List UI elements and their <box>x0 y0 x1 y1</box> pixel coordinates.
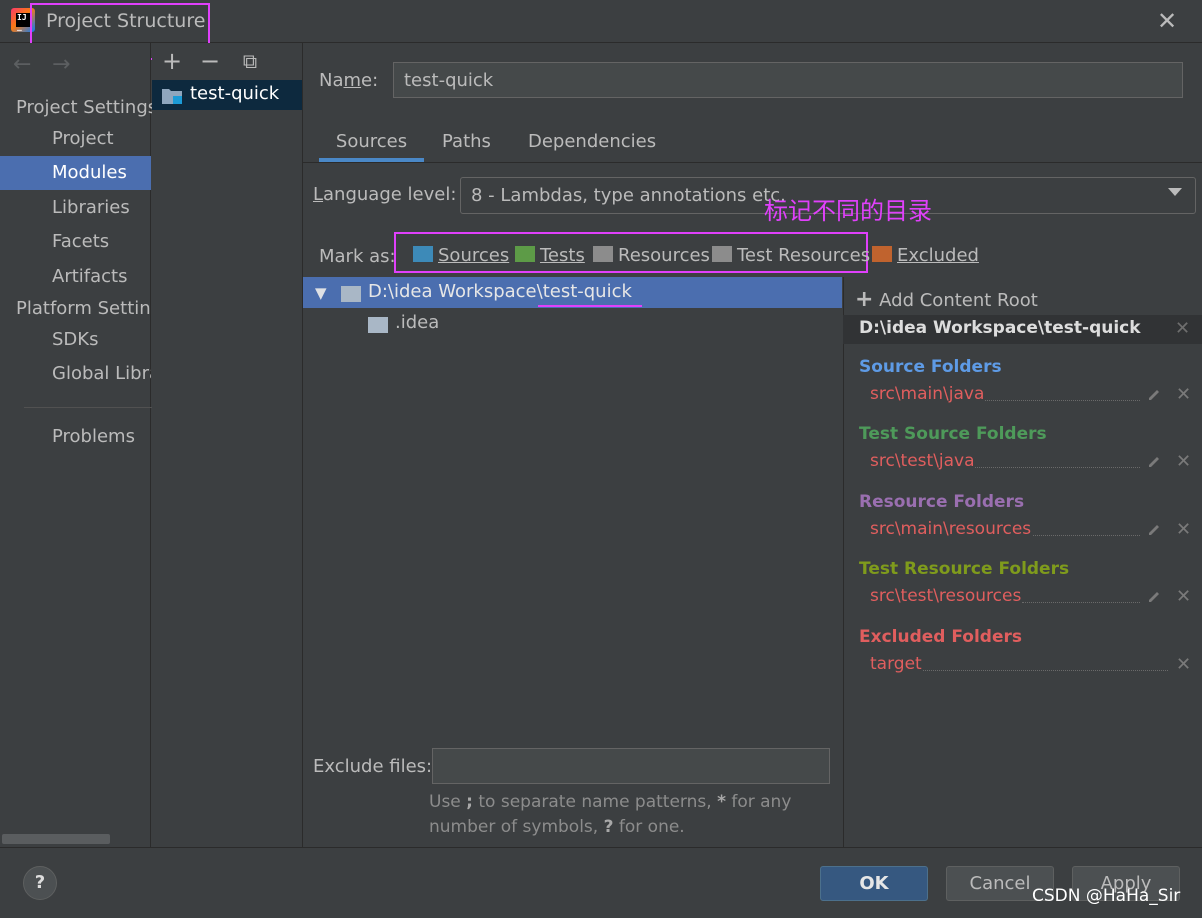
copy-module-icon[interactable]: ⧉ <box>239 50 261 72</box>
close-icon[interactable]: ✕ <box>1154 7 1180 35</box>
mark-test-resources-button[interactable]: Test Resources <box>712 245 870 269</box>
remove-module-icon[interactable]: − <box>199 49 221 73</box>
pencil-icon[interactable] <box>1147 453 1163 469</box>
annotation-text: 标记不同的目录 <box>764 197 932 225</box>
sidebar-divider <box>24 407 152 408</box>
mark-sources-button[interactable]: Sources <box>413 245 509 269</box>
test-resource-folder-path: src\test\resources <box>870 586 1022 606</box>
pencil-icon[interactable] <box>1147 588 1163 604</box>
tabs-divider <box>303 162 1202 163</box>
language-level-label: Language level: <box>313 184 457 205</box>
tree-row-idea[interactable]: .idea <box>395 312 439 333</box>
add-module-icon[interactable]: + <box>161 49 183 73</box>
folder-icon <box>341 286 361 302</box>
resource-folders-title: Resource Folders <box>859 492 1025 512</box>
add-content-root-button[interactable]: + Add Content Root <box>855 287 1038 312</box>
module-name-input[interactable] <box>393 62 1183 98</box>
folder-icon <box>368 317 388 333</box>
tab-paths[interactable]: Paths <box>442 128 491 162</box>
tree-root-label: D:\idea Workspace\test-quick <box>368 281 632 302</box>
remove-icon[interactable]: ✕ <box>1176 451 1191 472</box>
source-folder-path: src\main\java <box>870 384 985 404</box>
sidebar-item-modules[interactable]: Modules <box>0 156 151 190</box>
remove-root-icon[interactable]: ✕ <box>1175 318 1190 339</box>
module-name: test-quick <box>190 83 280 104</box>
excluded-folder-icon <box>872 246 892 262</box>
remove-icon[interactable]: ✕ <box>1176 519 1191 540</box>
back-arrow-icon[interactable]: ← <box>13 52 31 77</box>
pencil-icon[interactable] <box>1147 386 1163 402</box>
mark-excluded-button[interactable]: Excluded <box>872 245 979 269</box>
tree-row-root[interactable]: ▼ D:\idea Workspace\test-quick <box>303 277 842 308</box>
help-button[interactable]: ? <box>23 866 57 900</box>
sources-folder-icon <box>413 246 433 262</box>
sidebar-item-artifacts[interactable]: Artifacts <box>0 260 151 294</box>
remove-icon[interactable]: ✕ <box>1176 654 1191 675</box>
sidebar-item-project[interactable]: Project <box>0 122 151 156</box>
sidebar-item-problems[interactable]: Problems <box>0 420 151 454</box>
excluded-folder-path: target <box>870 654 922 674</box>
content-root-path: D:\idea Workspace\test-quick <box>859 318 1141 338</box>
remove-icon[interactable]: ✕ <box>1176 586 1191 607</box>
ok-button[interactable]: OK <box>820 866 928 901</box>
module-list-panel <box>152 43 303 848</box>
sidebar-item-global-libraries[interactable]: Global Libraries <box>0 357 151 391</box>
sidebar-item-sdks[interactable]: SDKs <box>0 323 151 357</box>
leader-dots <box>923 670 1168 671</box>
chevron-down-icon[interactable] <box>1168 188 1182 196</box>
mark-as-label: Mark as: <box>319 246 396 267</box>
exclude-files-hint: Use ; to separate name patterns, * for a… <box>429 792 792 837</box>
name-label: Name: <box>319 70 379 91</box>
module-folder-icon <box>162 89 182 104</box>
tests-folder-icon <box>515 246 535 262</box>
remove-icon[interactable]: ✕ <box>1176 384 1191 405</box>
tab-sources[interactable]: Sources <box>319 128 424 162</box>
leader-dots <box>975 467 1140 468</box>
bottom-divider <box>0 847 1202 848</box>
mark-tests-button[interactable]: Tests <box>515 245 585 269</box>
plus-icon: + <box>855 287 874 312</box>
test-source-folder-path: src\test\java <box>870 451 975 471</box>
test-resource-folders-title: Test Resource Folders <box>859 559 1070 579</box>
tab-dependencies[interactable]: Dependencies <box>528 128 656 162</box>
module-list-item[interactable]: test-quick <box>152 80 302 110</box>
exclude-files-input[interactable] <box>432 748 830 784</box>
mark-resources-button[interactable]: Resources <box>593 245 710 269</box>
window-title: Project Structure <box>46 10 206 32</box>
test-source-folders-title: Test Source Folders <box>859 424 1047 444</box>
project-settings-header: Project Settings <box>16 97 158 118</box>
sidebar-item-libraries[interactable]: Libraries <box>0 191 151 225</box>
watermark: CSDN @HaHa_Sir <box>1032 886 1181 906</box>
leader-dots <box>985 400 1140 401</box>
excluded-folders-title: Excluded Folders <box>859 627 1023 647</box>
exclude-files-label: Exclude files: <box>313 756 433 777</box>
sidebar-scrollbar[interactable] <box>2 834 110 844</box>
source-folders-title: Source Folders <box>859 357 1002 377</box>
resource-folder-path: src\main\resources <box>870 519 1032 539</box>
folder-tree <box>303 277 843 747</box>
sidebar-item-facets[interactable]: Facets <box>0 225 151 259</box>
forward-arrow-icon[interactable]: → <box>52 52 70 77</box>
leader-dots <box>1022 602 1140 603</box>
chevron-down-icon[interactable]: ▼ <box>315 284 327 302</box>
platform-settings-header: Platform Settings <box>16 298 151 319</box>
leader-dots <box>1033 535 1140 536</box>
test-resources-folder-icon <box>712 246 732 262</box>
resources-folder-icon <box>593 246 613 262</box>
annotation-underline <box>538 305 642 307</box>
pencil-icon[interactable] <box>1147 521 1163 537</box>
